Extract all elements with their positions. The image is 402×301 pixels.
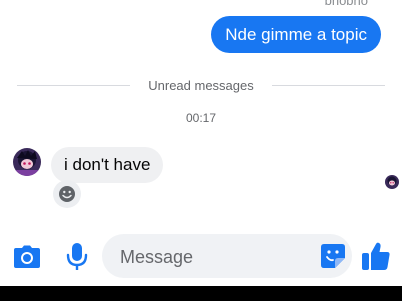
read-receipt-avatar (385, 175, 399, 189)
microphone-icon (66, 243, 88, 270)
camera-button[interactable] (12, 242, 42, 272)
message-input[interactable] (118, 234, 312, 280)
outgoing-message-bubble[interactable]: Nde gimme a topic (211, 16, 381, 53)
sender-avatar[interactable] (13, 148, 41, 176)
unread-divider: Unread messages (17, 76, 385, 94)
message-timestamp: 00:17 (185, 111, 217, 125)
system-navigation-bar (0, 286, 402, 301)
smiley-icon (59, 186, 75, 202)
camera-icon (14, 245, 40, 268)
conversation-area[interactable]: bnobno Nde gimme a topic Unread messages… (0, 0, 402, 228)
divider-line-left (17, 84, 131, 86)
message-composer (0, 228, 402, 286)
incoming-message-bubble[interactable]: i don't have (51, 147, 164, 183)
unread-messages-label: Unread messages (148, 77, 254, 93)
like-button[interactable] (360, 240, 392, 272)
previous-message-fragment: bnobno (324, 0, 368, 8)
sticker-icon (321, 244, 345, 268)
divider-line-right (271, 84, 385, 86)
add-reaction-button[interactable] (53, 180, 81, 208)
microphone-button[interactable] (63, 241, 91, 273)
sticker-button[interactable] (320, 243, 346, 269)
message-input-container[interactable] (102, 234, 352, 280)
thumbs-up-icon (362, 242, 390, 270)
